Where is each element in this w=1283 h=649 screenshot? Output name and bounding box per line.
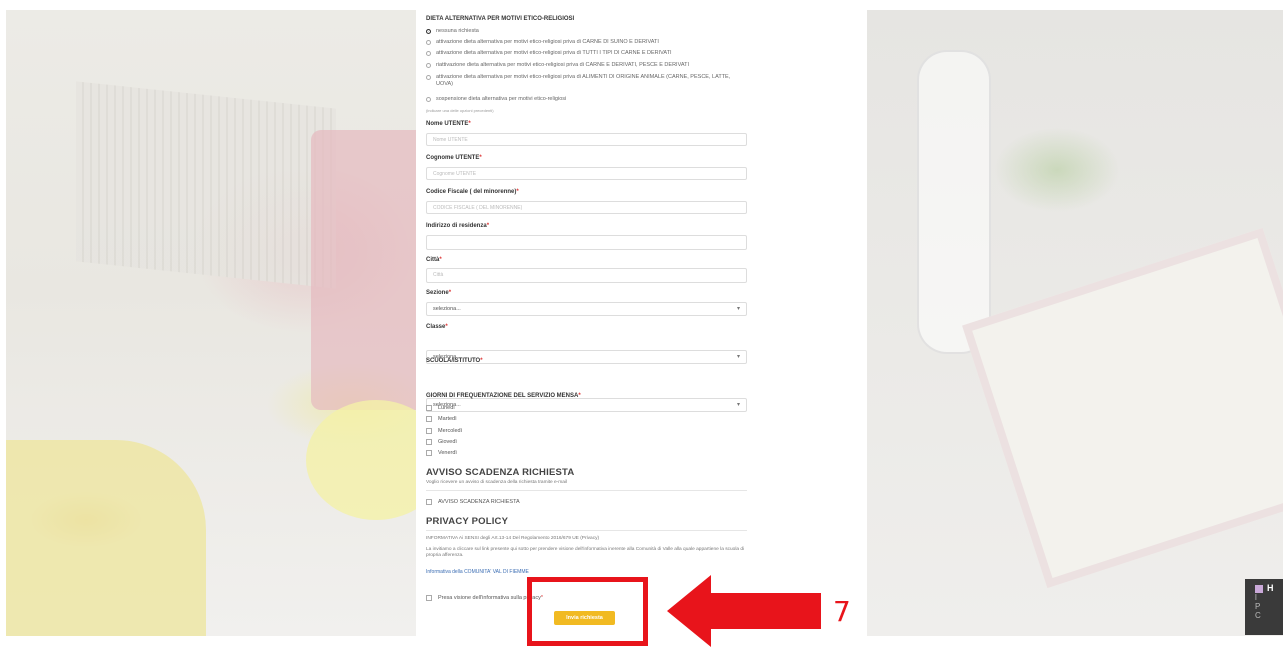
nome-label: Nome UTENTE* [426,121,471,127]
diet-option-no-meat-fish[interactable]: riattivazione dieta alternativa per moti… [426,62,747,69]
nome-input[interactable]: Nome UTENTE [426,133,747,146]
highlight-box [527,577,648,646]
notification-toast[interactable]: H l P C [1245,579,1283,635]
divider [426,530,747,531]
radiator-shape [76,81,336,289]
request-form: DIETA ALTERNATIVA PER MOTIVI ETICO-RELIG… [416,0,867,649]
checkbox-label: Giovedì [438,439,457,445]
toast-line: l [1255,593,1257,602]
day-checkbox-martedi[interactable]: Martedì [426,414,747,424]
plate-shape [306,400,416,520]
checkbox-icon[interactable] [426,405,432,411]
codice-fiscale-input[interactable]: CODICE FISCALE ( DEL MINORENNE) [426,201,747,214]
chair-shape [311,130,416,410]
diet-option-vegan[interactable]: attivazione dieta alternativa per motivi… [426,74,747,87]
giorni-label: GIORNI DI FREQUENTAZIONE DEL SERVIZIO ME… [426,393,581,399]
privacy-text: La invitiamo a cliccare sul link present… [426,547,745,558]
cognome-label: Cognome UTENTE* [426,155,482,161]
checkbox-icon[interactable] [426,428,432,434]
placemat-shape [962,227,1283,589]
codice-fiscale-label: Codice Fiscale ( del minorenne)* [426,189,519,195]
toast-line: C [1255,611,1261,620]
checkbox-icon[interactable] [426,416,432,422]
chevron-down-icon: ▾ [736,306,740,312]
diet-option-no-pork[interactable]: attivazione dieta alternativa per motivi… [426,39,747,46]
background-photo-right [867,10,1283,636]
toast-title: H [1267,583,1274,593]
checkbox-label: Presa visione dell'informativa sulla pri… [438,595,541,601]
citta-label: Città* [426,257,442,263]
bread-basket-shape [6,440,206,636]
toast-line: P [1255,602,1261,611]
diet-section-title: DIETA ALTERNATIVA PER MOTIVI ETICO-RELIG… [426,16,575,22]
sezione-label: Sezione* [426,290,452,296]
day-checkbox-lunedi[interactable]: Lunedì [426,403,747,413]
checkbox-icon[interactable] [426,439,432,445]
diet-option-no-meat[interactable]: attivazione dieta alternativa per motivi… [426,50,747,57]
checkbox-icon[interactable] [426,499,432,505]
checkbox-label: Mercoledì [438,428,463,434]
diet-option-none[interactable]: nessuna richiesta [426,28,747,35]
privacy-info: INFORMATIVA Ai SENSI degli Art.13-14 Del… [426,536,600,541]
checkbox-label: Venerdì [438,450,457,456]
diet-option-suspend[interactable]: sospensione dieta alternativa per motivi… [426,96,747,103]
red-arrow-icon [667,575,821,647]
divider [426,490,747,491]
classe-label: Classe* [426,324,448,330]
radio-label: attivazione dieta alternativa per motivi… [436,74,731,87]
radio-label: attivazione dieta alternativa per motivi… [436,39,659,45]
sezione-select[interactable]: seleziona... ▾ [426,302,747,316]
avviso-subtext: Voglio ricevere un avviso di scadenza de… [426,480,568,485]
citta-input[interactable]: Città [426,268,747,283]
select-value: seleziona... [433,306,461,312]
privacy-heading: PRIVACY POLICY [426,516,509,527]
radio-icon[interactable] [426,96,431,102]
radio-icon[interactable] [426,39,431,45]
avviso-heading: AVVISO SCADENZA RICHIESTA [426,467,575,478]
radio-icon[interactable] [426,62,431,68]
avviso-checkbox[interactable]: AVVISO SCADENZA RICHIESTA [426,497,747,507]
cognome-input[interactable]: Cognome UTENTE [426,167,747,180]
checkbox-label: Martedì [438,416,457,422]
day-checkbox-mercoledi[interactable]: Mercoledì [426,426,747,436]
diet-hint: (indicare una delle opzioni precedenti) [426,108,494,113]
day-checkbox-venerdi[interactable]: Venerdì [426,448,747,458]
glass-shape [917,50,991,354]
radio-checked-icon[interactable] [426,28,431,34]
radio-label: riattivazione dieta alternativa per moti… [436,62,689,68]
background-photo-left [6,10,416,636]
checkbox-label: AVVISO SCADENZA RICHIESTA [438,499,520,505]
radio-label: nessuna richiesta [436,28,479,34]
notification-icon [1255,584,1263,593]
checkbox-icon[interactable] [426,595,432,601]
radio-label: sospensione dieta alternativa per motivi… [436,96,567,102]
step-number: 7 [833,595,851,628]
indirizzo-input[interactable] [426,235,747,250]
checkbox-icon[interactable] [426,450,432,456]
scuola-label: SCUOLA/ISTITUTO* [426,358,483,364]
checkbox-label: Lunedì [438,405,455,411]
radio-label: attivazione dieta alternativa per motivi… [436,50,672,56]
radio-icon[interactable] [426,74,431,80]
radio-icon[interactable] [426,50,431,56]
day-checkbox-giovedi[interactable]: Giovedì [426,437,747,447]
indirizzo-label: Indirizzo di residenza* [426,223,490,229]
